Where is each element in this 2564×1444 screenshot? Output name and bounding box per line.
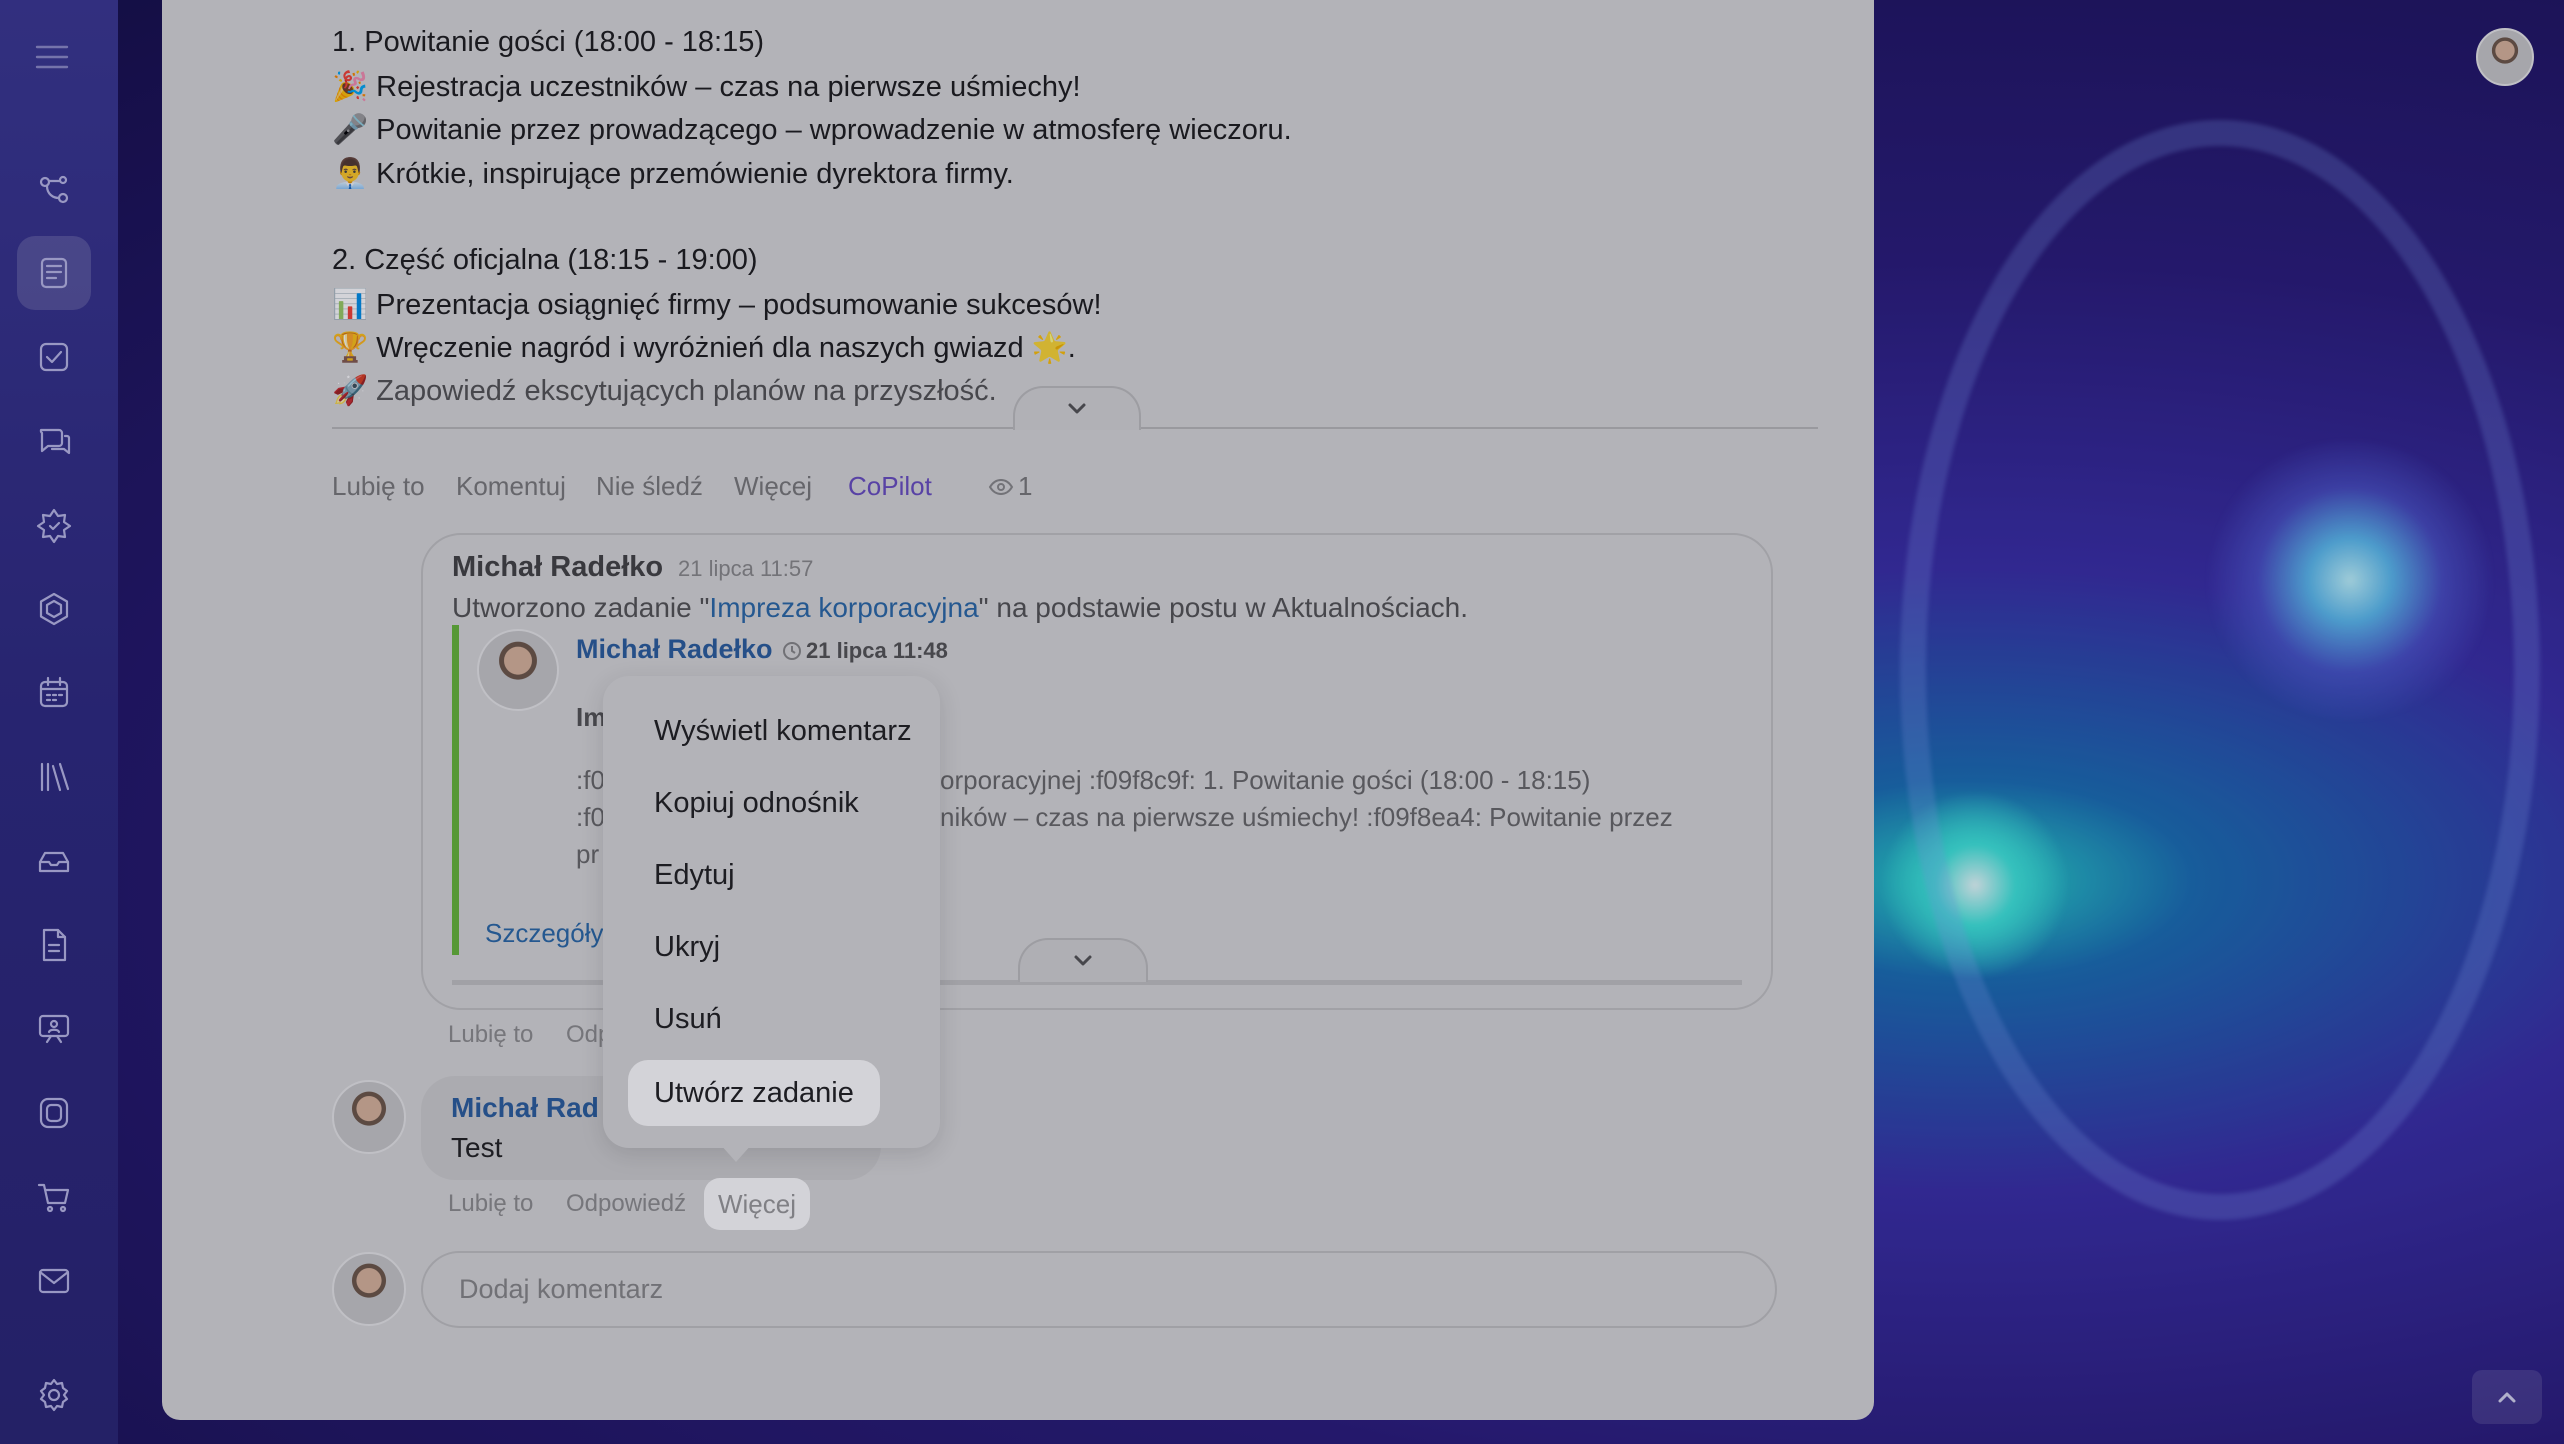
sidebar [0, 0, 118, 1444]
document-icon[interactable] [17, 908, 91, 982]
task-link[interactable]: Impreza korporacyjna [709, 592, 978, 624]
post-line: 👨‍💼 Krótkie, inspirujące przemówienie dy… [332, 158, 1014, 190]
comment-text: Test [451, 1132, 503, 1163]
background-swirl [1900, 120, 2540, 1220]
eye-icon [988, 478, 1014, 495]
more-button[interactable]: Więcej [704, 1178, 810, 1230]
cart-icon[interactable] [17, 1160, 91, 1234]
menu-item-create-task[interactable]: Utwórz zadanie [628, 1060, 880, 1126]
menu-arrow [720, 1144, 752, 1162]
unfollow-button[interactable]: Nie śledź [596, 471, 703, 502]
task-text-before: Utworzono zadanie " [452, 592, 710, 623]
avatar[interactable] [332, 1252, 406, 1326]
quote-author[interactable]: Michał Radełko [576, 634, 773, 665]
post-line: 🏆 Wręczenie nagród i wyróżnień dla naszy… [332, 332, 1076, 364]
scroll-top-button[interactable] [2472, 1370, 2542, 1424]
inbox-icon[interactable] [17, 824, 91, 898]
quote-line: :f0 [576, 802, 605, 832]
comment-author[interactable]: Michał Radełko [452, 551, 663, 584]
chevron-down-icon [1068, 403, 1086, 414]
details-link[interactable]: Szczegóły [485, 918, 604, 949]
clock-icon [783, 642, 801, 660]
settings-icon[interactable] [17, 1358, 91, 1432]
chevron-up-icon [2498, 1392, 2516, 1403]
comment-button[interactable]: Komentuj [456, 471, 566, 502]
presentation-icon[interactable] [17, 992, 91, 1066]
avatar[interactable] [477, 629, 559, 711]
post-line: 1. Powitanie gości (18:00 - 18:15) [332, 26, 765, 58]
like-button[interactable]: Lubię to [448, 1021, 533, 1049]
views-count: 1 [1018, 471, 1033, 501]
post-line: 2. Część oficjalna (18:15 - 19:00) [332, 244, 758, 276]
comment-input[interactable]: Dodaj komentarz [421, 1251, 1777, 1328]
task-text-after: " na podstawie postu w Aktualnościach. [978, 592, 1468, 623]
menu-item-edit[interactable]: Edytuj [628, 842, 761, 908]
post-line: 🎉 Rejestracja uczestników – czas na pier… [332, 71, 1081, 103]
expand-quote-button[interactable] [1018, 938, 1148, 982]
post-line: 🎤 Powitanie przez prowadzącego – wprowad… [332, 114, 1292, 146]
like-button[interactable]: Lubię to [448, 1190, 533, 1218]
views-counter: 1 [988, 471, 1032, 502]
sites-icon[interactable] [17, 1076, 91, 1150]
post-line: 📊 Prezentacja osiągnięć firmy – podsumow… [332, 289, 1102, 321]
copilot-button[interactable]: CoPilot [848, 471, 932, 502]
menu-icon[interactable] [33, 38, 71, 76]
chevron-down-icon [1074, 955, 1092, 966]
like-button[interactable]: Lubię to [332, 471, 425, 502]
ai-star-icon[interactable] [17, 488, 91, 562]
tasks-icon[interactable] [17, 320, 91, 394]
menu-item-delete[interactable]: Usuń [628, 986, 748, 1052]
news-icon[interactable] [17, 236, 91, 310]
quote-bar [452, 625, 459, 955]
menu-item-show-comment[interactable]: Wyświetl komentarz [628, 698, 938, 764]
mail-icon[interactable] [17, 1244, 91, 1318]
quote-time-text: 21 lipca 11:48 [806, 638, 948, 663]
quote-line: ników – czas na pierwsze uśmiechy! :f09f… [940, 802, 1673, 832]
quote-line: pr [576, 839, 600, 869]
groups-icon[interactable] [17, 572, 91, 646]
comment-time[interactable]: 21 lipca 11:57 [678, 556, 813, 582]
quote-time: 21 lipca 11:48 [782, 638, 948, 664]
post-line: 🚀 Zapowiedź ekscytujących planów na przy… [332, 375, 997, 407]
library-icon[interactable] [17, 740, 91, 814]
comment-author[interactable]: Michał Rad [451, 1092, 599, 1124]
task-created-text: Utworzono zadanie " Impreza korporacyjna… [452, 592, 1468, 624]
chat-icon[interactable] [17, 404, 91, 478]
expand-post-button[interactable] [1013, 386, 1141, 430]
quote-title: Im [576, 702, 607, 732]
quote-line: orporacyjnej :f09f8c9f: 1. Powitanie goś… [940, 765, 1591, 795]
more-button[interactable]: Więcej [734, 471, 812, 502]
quote-line: :f0 [576, 765, 605, 795]
menu-item-copy-link[interactable]: Kopiuj odnośnik [628, 770, 885, 836]
workflow-icon[interactable] [17, 152, 91, 226]
context-menu: Wyświetl komentarz Kopiuj odnośnik Edytu… [603, 676, 940, 1148]
avatar[interactable] [332, 1080, 406, 1154]
menu-item-hide[interactable]: Ukryj [628, 914, 746, 980]
calendar-icon[interactable] [17, 656, 91, 730]
reply-button[interactable]: Odpowiedź [566, 1190, 686, 1218]
user-avatar[interactable] [2476, 28, 2534, 86]
